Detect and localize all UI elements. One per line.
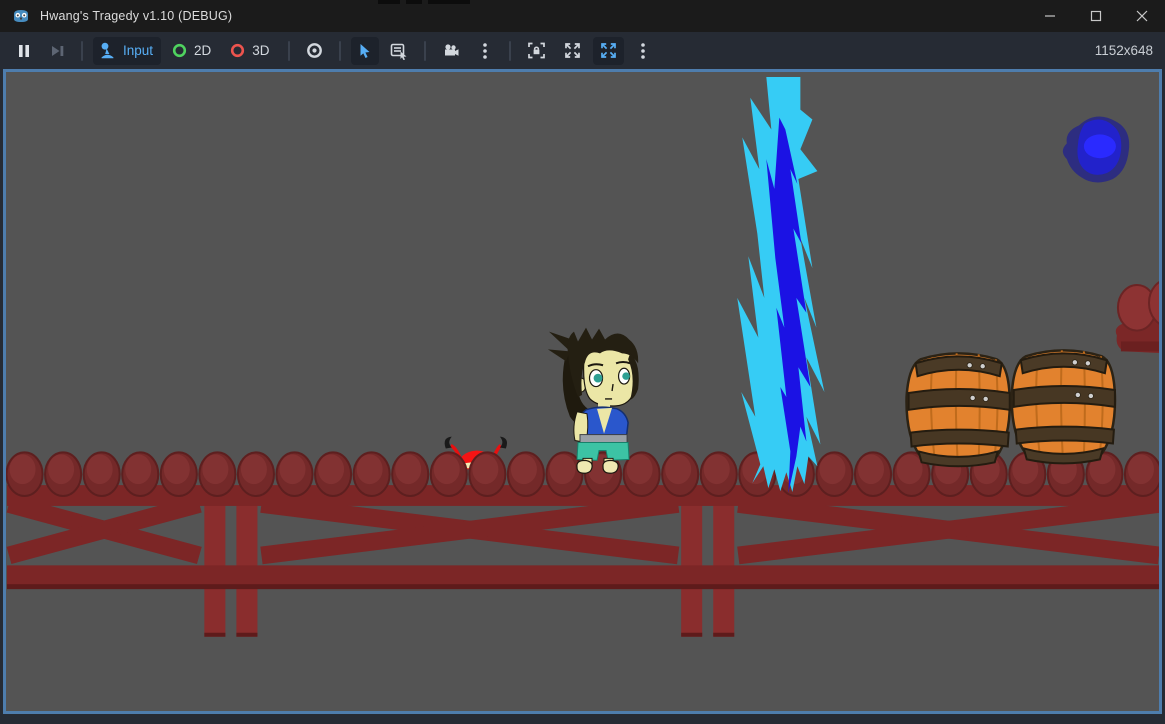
barrel-2 [1012, 350, 1115, 463]
camera-override-button[interactable] [436, 37, 466, 65]
select-list-button[interactable] [384, 37, 414, 65]
character-eye [594, 374, 603, 383]
bridge-post-shadow [681, 633, 702, 637]
bridge-knob-highlight [10, 454, 36, 484]
bridge-post-shadow [713, 633, 734, 637]
bridge-lower-beam-shadow [7, 584, 1159, 589]
debug-3d-label: 3D [252, 44, 271, 58]
debug-3d-button[interactable]: 3D [224, 37, 277, 65]
bridge-knob-highlight [318, 454, 344, 484]
bridge-knob-highlight [511, 454, 537, 484]
shrink-arrows-icon [563, 41, 582, 60]
cursor-arrow-icon [357, 43, 373, 59]
bridge-knob-highlight [241, 454, 267, 484]
bridge-knob-highlight [897, 454, 923, 484]
input-toggle-button[interactable]: Input [93, 37, 161, 65]
bridge-knob-highlight [434, 454, 460, 484]
window-controls [1027, 0, 1165, 32]
toolbar-separator [509, 41, 511, 61]
bridge-knob-highlight [279, 454, 305, 484]
bridge-knob-highlight [87, 454, 113, 484]
background-window-artifact [378, 0, 400, 4]
step-frame-button[interactable] [43, 37, 71, 65]
background-window-artifact [406, 0, 422, 4]
godot-app-icon [12, 7, 30, 25]
expand-arrows-icon [599, 41, 618, 60]
select-mode-button[interactable] [351, 37, 379, 65]
character-belt [580, 435, 627, 443]
close-button[interactable] [1119, 0, 1165, 32]
bridge-knob-highlight [665, 454, 691, 484]
view-options-menu-button[interactable] [629, 37, 657, 65]
lock-viewport-button[interactable] [521, 37, 552, 65]
character-eye [622, 372, 630, 380]
window-title: Hwang's Tragedy v1.10 (DEBUG) [40, 9, 232, 23]
titlebar: Hwang's Tragedy v1.10 (DEBUG) [0, 0, 1165, 32]
expand-window-button[interactable] [593, 37, 624, 65]
joystick-icon [99, 42, 116, 59]
debugger-toolbar: Input 2D 3D [0, 32, 1165, 69]
bridge-knob-highlight [1128, 454, 1154, 484]
bridge-post-shadow [236, 633, 257, 637]
2d-ring-icon [172, 43, 187, 58]
maximize-button[interactable] [1073, 0, 1119, 32]
fit-window-button[interactable] [557, 37, 588, 65]
barrel-1 [906, 353, 1009, 466]
3d-ring-icon [230, 43, 245, 58]
toolbar-separator [81, 41, 83, 61]
bridge-knob-highlight [164, 454, 190, 484]
bridge-knob-highlight [858, 454, 884, 484]
bridge-knob-highlight [357, 454, 383, 484]
camera-options-menu-button[interactable] [471, 37, 499, 65]
camera-icon [442, 42, 460, 60]
resolution-readout: 1152x648 [1095, 43, 1153, 58]
input-toggle-label: Input [123, 44, 155, 58]
step-frame-icon [50, 44, 64, 58]
pause-icon [17, 44, 31, 58]
bridge-knob-highlight [125, 454, 151, 484]
toolbar-separator [288, 41, 290, 61]
bridge-knob-highlight [549, 454, 575, 484]
eye-icon [306, 42, 323, 59]
frame-lock-icon [527, 41, 546, 60]
bridge-knob-highlight [48, 454, 74, 484]
background-window-artifact [428, 0, 470, 4]
game-scene [6, 72, 1159, 711]
debug-2d-label: 2D [194, 44, 213, 58]
bridge-knob-highlight [202, 454, 228, 484]
bridge-knob-highlight [472, 454, 498, 484]
toolbar-separator [339, 41, 341, 61]
minimize-button[interactable] [1027, 0, 1073, 32]
kebab-menu-icon [640, 42, 646, 60]
debug-2d-button[interactable]: 2D [166, 37, 219, 65]
pause-button[interactable] [10, 37, 38, 65]
bridge-knob-highlight [704, 454, 730, 484]
game-viewport[interactable] [3, 69, 1162, 714]
bridge-knob-highlight [627, 454, 653, 484]
bridge-post-shadow [204, 633, 225, 637]
visibility-button[interactable] [300, 37, 329, 65]
bridge-knob-highlight [395, 454, 421, 484]
toolbar-separator [424, 41, 426, 61]
bridge-knob-highlight [819, 454, 845, 484]
list-select-icon [390, 42, 408, 60]
kebab-menu-icon [482, 42, 488, 60]
